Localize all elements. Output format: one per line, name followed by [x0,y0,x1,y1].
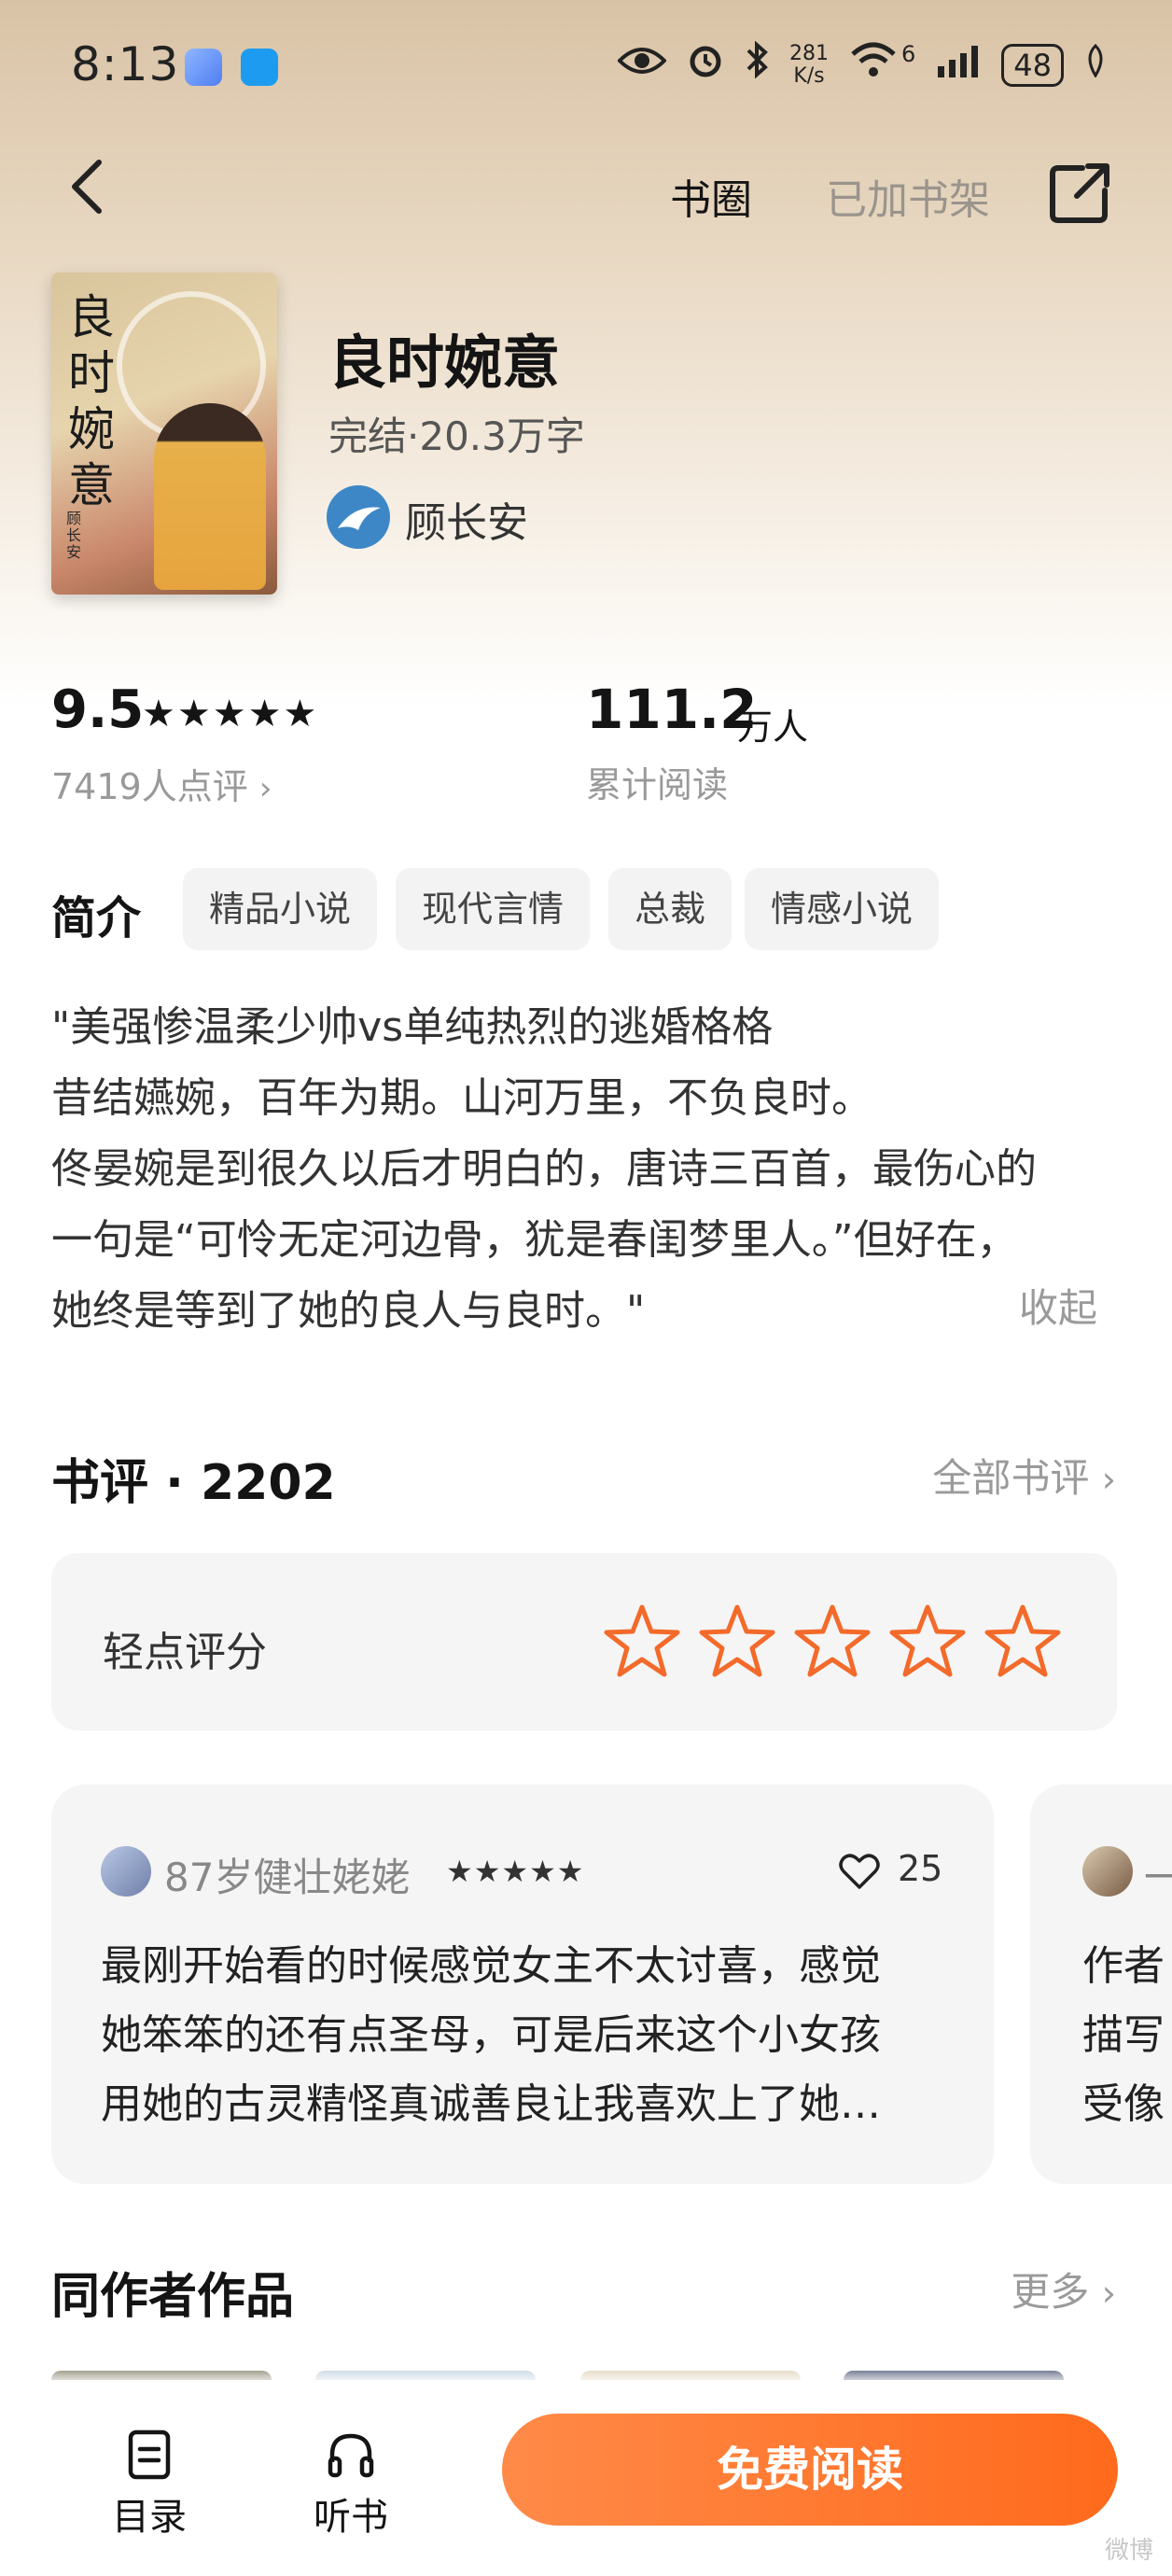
intro-text-line: 她终是等到了她的良人与良时。" [51,1287,646,1335]
review-text-line: 作者 [1082,1942,1165,1990]
total-reads-unit: 万人 [737,707,809,748]
intro-text-line: 佟晏婉是到很久以后才明白的，唐诗三百首，最伤心的 [51,1145,1037,1193]
rating-score: 9.5 [51,679,145,740]
added-to-shelf-button[interactable]: 已加书架 [826,166,990,226]
rating-count: 7419人点评 [51,766,248,807]
all-reviews-label: 全部书评 [932,1455,1090,1501]
review-text-line: 描写 [1082,2011,1165,2059]
battery-indicator: 48 [1001,43,1064,87]
review-text-line: 用她的古灵精怪真诚善良让我喜欢上了她… [101,2080,881,2128]
cover-figure [154,403,266,590]
reviewer-avatar[interactable] [1082,1846,1133,1897]
tag-chip[interactable]: 情感小说 [745,868,940,950]
cover-author: 顾长安 [66,510,82,561]
author-avatar[interactable] [327,485,390,549]
wifi-icon [849,41,898,89]
more-link[interactable]: 更多 › [1011,2261,1116,2317]
heart-icon[interactable] [838,1852,881,1891]
intro-text-line: 一句是“可怜无定河边骨，犹是春闺梦里人。”但好在， [51,1216,1018,1264]
collapse-button[interactable]: 收起 [1019,1277,1097,1334]
rate-star-2[interactable] [698,1602,776,1680]
quick-rating-label: 轻点评分 [103,1629,267,1676]
reviewer-stars: ★★★★★ [446,1854,585,1889]
listen-label: 听书 [314,2496,388,2539]
toc-button[interactable]: 目录 [112,2427,187,2541]
reviews-title: 书评 · 2202 [51,1455,336,1511]
rate-star-5[interactable] [984,1602,1062,1680]
catalog-icon [128,2429,171,2480]
chevron-right-icon: › [1101,1459,1116,1500]
book-meta: 完结·20.3万字 [328,413,585,459]
review-text-line: 她笨笨的还有点圣母，可是后来这个小女孩 [101,2011,881,2059]
reviewer-avatar[interactable] [101,1846,151,1897]
book-circle-button[interactable]: 书圈 [670,166,752,226]
rate-star-3[interactable] [793,1602,872,1680]
status-time: 8:13 [71,37,180,91]
status-icons: 281 K/s 6 48 [617,40,1107,89]
message-app-icon [241,49,278,86]
bluetooth-icon [745,40,769,89]
cover-title: 良时婉意 [68,290,115,512]
reviewer-name: 一 [1144,1855,1172,1900]
share-icon [1050,163,1109,223]
tag-chip[interactable]: 总裁 [608,868,732,950]
alarm-icon [687,41,724,89]
author-name[interactable]: 顾长安 [405,489,528,549]
total-reads: 111.2 [586,678,758,741]
network-speed: 281 K/s [789,41,829,88]
watermark: 微博 [1104,2537,1153,2565]
chevron-left-icon [72,160,102,214]
all-reviews-link[interactable]: 全部书评 › [932,1447,1116,1504]
eye-icon [617,43,667,88]
headphones-icon [328,2433,374,2478]
rating-stars: ★★★★★ [142,693,319,735]
intro-title: 简介 [51,892,142,945]
total-reads-label: 累计阅读 [586,764,729,805]
tag-chip[interactable]: 现代言情 [396,868,591,950]
review-text-line: 最刚开始看的时候感觉女主不太讨喜，感觉 [101,1942,881,1990]
share-button[interactable] [1045,157,1116,228]
review-text-line: 受像 [1082,2080,1165,2128]
cell-signal-icon [936,43,981,88]
tag-chip[interactable]: 精品小说 [183,868,378,950]
signal-label: 6 [901,40,916,67]
book-title: 良时婉意 [328,329,561,397]
rating-count-link[interactable]: 7419人点评 › [51,758,272,809]
like-count: 25 [898,1848,943,1889]
intro-text-line: 昔结嬿婉，百年为期。山河万里，不负良时。 [51,1074,872,1122]
more-label: 更多 [1011,2269,1090,2315]
chevron-right-icon: › [258,770,272,807]
listen-button[interactable]: 听书 [314,2427,388,2541]
reviewer-name[interactable]: 87岁健壮姥姥 [164,1846,410,1903]
book-cover[interactable]: 良时婉意 顾长安 [51,273,277,595]
rate-star-4[interactable] [888,1602,967,1680]
free-read-button[interactable]: 免费阅读 [502,2414,1118,2526]
toc-label: 目录 [112,2496,187,2539]
author-avatar-icon [338,507,381,530]
notification-app-icon [185,49,222,86]
back-button[interactable] [56,149,121,224]
chevron-right-icon: › [1101,2273,1116,2314]
leaf-icon [1084,43,1107,88]
intro-text-line: "美强惨温柔少帅vs单纯热烈的逃婚格格 [51,1003,774,1051]
rate-star-1[interactable] [603,1602,681,1680]
same-author-title: 同作者作品 [51,2269,295,2325]
